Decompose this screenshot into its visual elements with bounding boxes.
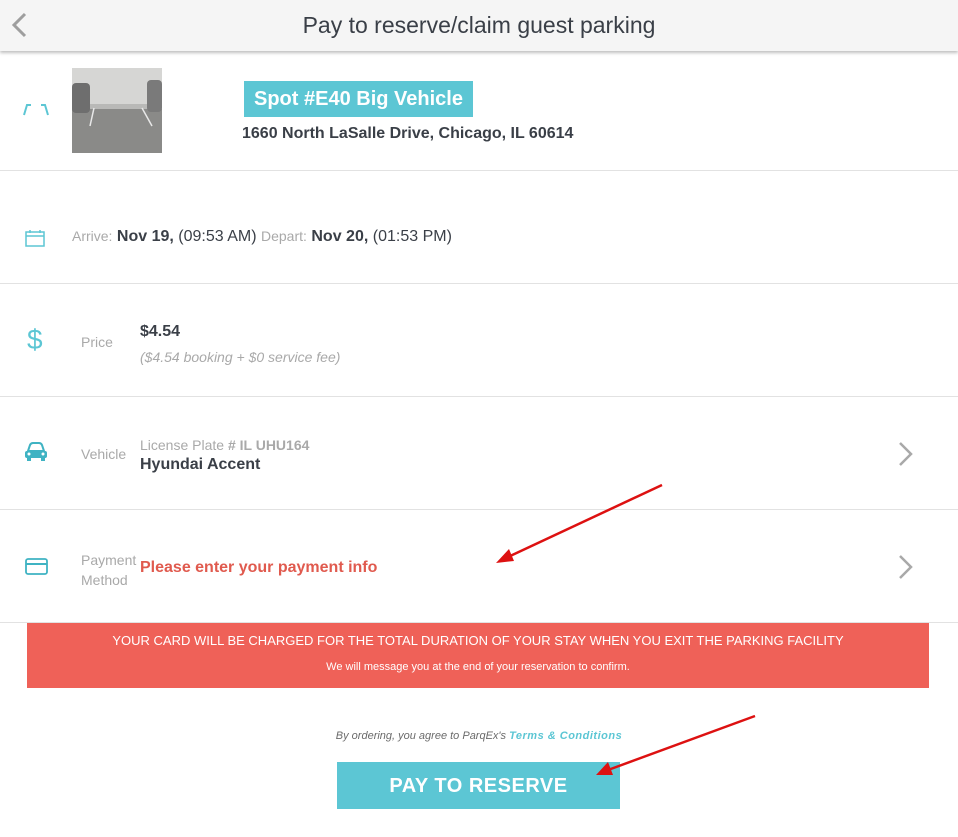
vehicle-name: Hyundai Accent bbox=[140, 456, 261, 473]
terms-link[interactable]: Terms & Conditions bbox=[509, 730, 622, 742]
spot-photo bbox=[72, 68, 162, 153]
depart-label: Depart: bbox=[261, 228, 307, 244]
charge-notice-banner: YOUR CARD WILL BE CHARGED FOR THE TOTAL … bbox=[27, 623, 929, 688]
price-breakdown: ($4.54 booking + $0 service fee) bbox=[140, 349, 341, 365]
license-plate: License Plate # IL UHU164 bbox=[140, 437, 309, 453]
parking-spot-icon bbox=[23, 104, 49, 116]
payment-label-line2: Method bbox=[81, 572, 128, 588]
payment-label-line1: Payment bbox=[81, 552, 137, 568]
vehicle-label: Vehicle bbox=[81, 446, 127, 462]
terms-prefix: By ordering, you agree to ParqEx's bbox=[335, 730, 507, 742]
plate-value: # IL UHU164 bbox=[227, 437, 310, 453]
price-value: $4.54 bbox=[140, 323, 181, 340]
terms-text: By ordering, you agree to ParqEx's Terms… bbox=[0, 730, 958, 742]
depart-date: Nov 20, bbox=[311, 228, 369, 245]
payment-chevron-right-icon[interactable] bbox=[896, 553, 914, 581]
payment-label: Payment Method bbox=[81, 550, 136, 590]
depart-time: (01:53 PM) bbox=[372, 228, 452, 245]
top-bar: Pay to reserve/claim guest parking bbox=[0, 0, 958, 51]
pay-to-reserve-button[interactable]: PAY TO RESERVE bbox=[337, 762, 620, 809]
notice-line-2: We will message you at the end of your r… bbox=[326, 661, 630, 673]
car-icon bbox=[25, 442, 47, 461]
notice-line-1: YOUR CARD WILL BE CHARGED FOR THE TOTAL … bbox=[112, 633, 844, 648]
arrive-label: Arrive: bbox=[72, 228, 113, 244]
payment-prompt[interactable]: Please enter your payment info bbox=[140, 559, 377, 577]
vehicle-row[interactable]: Vehicle bbox=[0, 397, 958, 510]
arrive-date: Nov 19, bbox=[116, 228, 174, 245]
page-title: Pay to reserve/claim guest parking bbox=[302, 12, 656, 38]
plate-prefix: License Plate bbox=[140, 437, 225, 453]
dollar-icon: $ bbox=[27, 324, 43, 355]
credit-card-icon bbox=[25, 558, 48, 575]
reservation-dates: Arrive: Nov 19, (09:53 AM) Depart: Nov 2… bbox=[72, 228, 452, 246]
spot-address: 1660 North LaSalle Drive, Chicago, IL 60… bbox=[242, 125, 574, 142]
calendar-icon bbox=[25, 230, 45, 247]
vehicle-chevron-right-icon[interactable] bbox=[896, 440, 914, 468]
price-label: Price bbox=[81, 334, 113, 350]
arrive-time: (09:53 AM) bbox=[178, 228, 257, 245]
spot-badge: Spot #E40 Big Vehicle bbox=[244, 81, 473, 117]
